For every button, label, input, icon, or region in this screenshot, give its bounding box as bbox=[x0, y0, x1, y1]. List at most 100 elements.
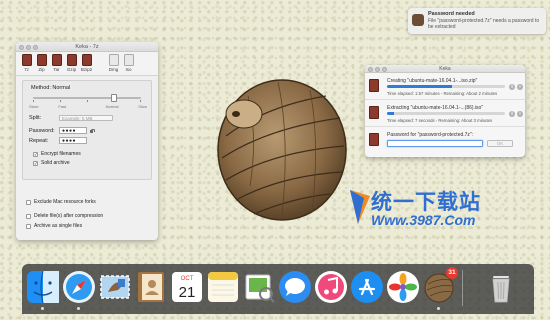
archive-bzip2-icon bbox=[81, 54, 92, 66]
exclude-forks-checkbox[interactable] bbox=[26, 199, 31, 205]
password-needed-notification[interactable]: Password needed File "password-protected… bbox=[408, 8, 546, 34]
solid-archive-label: Solid archive bbox=[41, 160, 70, 166]
split-label: Split: bbox=[29, 115, 42, 121]
keka-badge: 31 bbox=[446, 267, 458, 279]
watermark-url: Www.3987.Com bbox=[371, 212, 476, 228]
archive-gzip-icon bbox=[66, 54, 77, 66]
format-zip[interactable]: Zip bbox=[34, 54, 49, 75]
keka-armadillo-illustration bbox=[217, 79, 347, 221]
archive-zip-icon bbox=[36, 54, 47, 66]
minimize-button[interactable] bbox=[26, 44, 31, 50]
messages-icon[interactable] bbox=[278, 270, 312, 304]
slider-labels: Store Fast Normal Slow bbox=[29, 104, 147, 109]
password-row: Password: ●●●● bbox=[29, 127, 95, 134]
method-slider-knob[interactable] bbox=[111, 94, 117, 102]
safari-icon[interactable] bbox=[62, 270, 96, 304]
notification-title: Password needed bbox=[428, 11, 475, 17]
archive-tar-icon bbox=[51, 54, 62, 66]
format-dmg[interactable]: Dmg bbox=[106, 54, 121, 75]
zoom-button[interactable] bbox=[33, 44, 38, 50]
single-files-label: Archive as single files bbox=[34, 223, 83, 229]
archive-file-icon bbox=[369, 106, 379, 119]
format-toolbar: 7z Zip Tar Gzip Bzip2 Dmg Iso bbox=[16, 52, 158, 76]
keka-progress-window: Keka Creating "ubuntu-mate-16.04.1-...is… bbox=[365, 65, 525, 157]
slider-ticks bbox=[33, 100, 141, 102]
close-button[interactable] bbox=[368, 66, 373, 72]
method-slider[interactable] bbox=[33, 97, 141, 99]
split-row: Split: Example: 5 MB bbox=[29, 115, 113, 121]
format-gzip[interactable]: Gzip bbox=[64, 54, 79, 75]
calendar-icon[interactable]: OCT 21 bbox=[170, 270, 204, 304]
task-time: Time elapsed: 1:57 minutes - Remaining: … bbox=[387, 91, 498, 96]
format-label: Dmg bbox=[108, 67, 119, 72]
ok-button[interactable]: OK bbox=[487, 140, 513, 147]
contacts-icon[interactable] bbox=[134, 270, 168, 304]
single-files-option[interactable]: Archive as single files bbox=[26, 223, 82, 229]
encrypt-filenames-label: Encrypt filenames bbox=[41, 151, 81, 157]
mail-icon[interactable] bbox=[98, 270, 132, 304]
repeat-row: Repeat: ●●●● bbox=[29, 137, 87, 144]
pause-icon[interactable]: ‖ bbox=[509, 111, 515, 117]
archive-file-icon bbox=[369, 133, 379, 146]
notes-icon[interactable] bbox=[206, 270, 240, 304]
format-label: Zip bbox=[38, 67, 45, 72]
format-tar[interactable]: Tar bbox=[49, 54, 64, 75]
encrypt-filenames-option[interactable]: ✓ Encrypt filenames bbox=[33, 151, 81, 157]
solid-archive-checkbox[interactable]: ✓ bbox=[33, 160, 38, 166]
trash-icon[interactable] bbox=[484, 270, 518, 304]
exclude-forks-label: Exclude Mac resource forks bbox=[34, 199, 96, 205]
pause-icon[interactable]: ‖ bbox=[509, 84, 515, 90]
delete-after-option[interactable]: Delete file(s) after compression bbox=[26, 213, 103, 219]
notification-body: File "password-protected.7z" needs a pas… bbox=[428, 18, 540, 30]
delete-after-label: Delete file(s) after compression bbox=[34, 213, 104, 219]
password-prompt: Password for "password-protected.7z": bbox=[387, 132, 474, 138]
speed-label-normal: Normal bbox=[105, 104, 119, 109]
photos-icon[interactable] bbox=[386, 270, 420, 304]
close-button[interactable] bbox=[19, 44, 24, 50]
lock-icon[interactable] bbox=[90, 128, 95, 133]
minimize-button[interactable] bbox=[375, 66, 380, 72]
keka-preferences-window: Keka - 7z 7z Zip Tar Gzip Bzip2 Dmg Iso … bbox=[16, 42, 158, 240]
task-progress-bar bbox=[387, 85, 505, 88]
cancel-icon[interactable]: × bbox=[517, 111, 523, 117]
archive-password-input[interactable] bbox=[387, 140, 483, 147]
password-label: Password: bbox=[29, 127, 55, 134]
cancel-icon[interactable]: × bbox=[517, 84, 523, 90]
task-name: Creating "ubuntu-mate-16.04.1-...iso.zip… bbox=[387, 78, 478, 84]
method-label: Method: Normal bbox=[31, 85, 71, 91]
keka-icon[interactable]: 31 bbox=[422, 267, 458, 304]
keka-app-icon bbox=[412, 14, 424, 26]
repeat-password-field[interactable]: ●●●● bbox=[59, 137, 87, 144]
single-files-checkbox[interactable] bbox=[26, 223, 31, 229]
password-field[interactable]: ●●●● bbox=[59, 127, 87, 134]
finder-icon[interactable] bbox=[26, 270, 60, 304]
watermark-logo-icon bbox=[350, 190, 370, 224]
encrypt-filenames-checkbox[interactable]: ✓ bbox=[33, 151, 38, 157]
split-select[interactable]: Example: 5 MB bbox=[59, 115, 113, 121]
disk-iso-icon bbox=[123, 54, 134, 66]
solid-archive-option[interactable]: ✓ Solid archive bbox=[33, 160, 70, 166]
speed-label-store: Store bbox=[29, 104, 39, 109]
format-label: 7z bbox=[24, 67, 29, 72]
dock-separator bbox=[462, 270, 463, 306]
progress-fill bbox=[387, 85, 452, 88]
itunes-icon[interactable] bbox=[314, 270, 348, 304]
exclude-forks-option[interactable]: Exclude Mac resource forks bbox=[26, 199, 96, 205]
format-iso[interactable]: Iso bbox=[121, 54, 136, 75]
password-task-row: Password for "password-protected.7z": OK bbox=[365, 128, 525, 154]
format-bzip2[interactable]: Bzip2 bbox=[79, 54, 94, 75]
task-progress-bar bbox=[387, 112, 505, 115]
dock: OCT 21 31 bbox=[22, 264, 534, 314]
window-titlebar[interactable]: Keka - 7z bbox=[16, 42, 158, 52]
calendar-month: OCT bbox=[181, 276, 194, 282]
progress-titlebar[interactable]: Keka bbox=[365, 65, 525, 73]
zoom-button[interactable] bbox=[382, 66, 387, 72]
disk-image-icon bbox=[108, 54, 119, 66]
app-store-icon[interactable] bbox=[350, 270, 384, 304]
archive-file-icon bbox=[369, 79, 379, 92]
speed-label-fast: Fast bbox=[58, 104, 67, 109]
format-7z[interactable]: 7z bbox=[19, 54, 34, 75]
delete-after-checkbox[interactable] bbox=[26, 213, 31, 219]
preview-icon[interactable] bbox=[242, 270, 276, 304]
format-label: Gzip bbox=[66, 67, 77, 72]
